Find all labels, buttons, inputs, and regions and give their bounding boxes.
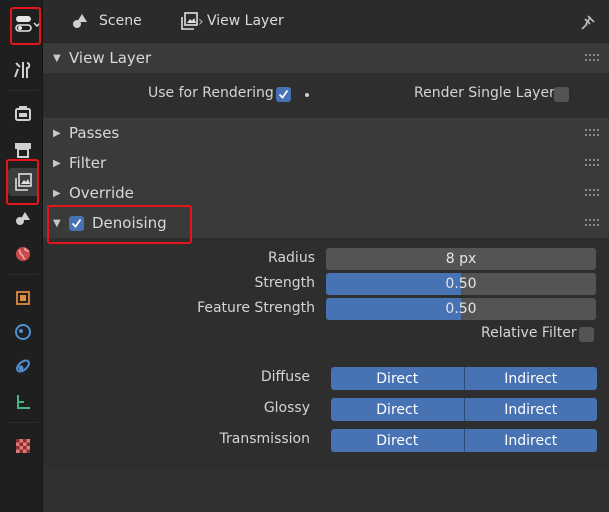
texture-icon xyxy=(16,439,30,453)
view-layer-icon xyxy=(15,173,32,191)
relative-filter-label: Relative Filter xyxy=(481,325,577,341)
diffuse-label: Diffuse xyxy=(260,369,310,385)
diffuse-indirect-toggle[interactable]: Indirect xyxy=(463,367,597,390)
radius-label: Radius xyxy=(268,250,315,266)
glossy-label: Glossy xyxy=(263,400,310,416)
glossy-direct-toggle[interactable]: Direct xyxy=(331,398,464,421)
editor-type-button[interactable] xyxy=(14,12,42,42)
properties-editor: Scene › View Layer ▼ View Layer Use for … xyxy=(43,0,609,512)
glossy-indirect-toggle[interactable]: Indirect xyxy=(463,398,597,421)
tool-icon xyxy=(14,62,31,78)
properties-header: Scene › View Layer xyxy=(43,0,609,43)
diffuse-direct-toggle[interactable]: Direct xyxy=(331,367,464,390)
breadcrumb-scene-label: Scene xyxy=(99,13,142,29)
editor-type-icon xyxy=(15,16,41,32)
render-single-layer-label: Render Single Layer xyxy=(414,85,555,101)
drag-grip-icon[interactable] xyxy=(585,219,599,227)
collapse-arrow-icon: ▶ xyxy=(53,127,61,139)
render-single-layer-checkbox[interactable] xyxy=(554,87,569,102)
tab-scene[interactable] xyxy=(8,204,38,232)
checkmark-icon xyxy=(71,218,82,228)
breadcrumb-view-layer[interactable]: View Layer xyxy=(179,12,284,30)
tab-view-layer[interactable] xyxy=(8,168,38,196)
checkmark-icon xyxy=(278,89,289,99)
modifier-icon xyxy=(15,324,31,340)
transmission-indirect-toggle[interactable]: Indirect xyxy=(463,429,597,452)
expand-arrow-icon: ▼ xyxy=(53,217,61,229)
tab-output[interactable] xyxy=(8,136,38,164)
pin-icon xyxy=(581,15,595,30)
collapse-arrow-icon: ▶ xyxy=(53,157,61,169)
strength-slider[interactable]: 0.50 xyxy=(326,273,596,295)
tab-modifier[interactable] xyxy=(8,318,38,346)
object-icon xyxy=(16,291,30,305)
feature-strength-value: 0.50 xyxy=(445,301,477,317)
use-for-rendering-checkbox[interactable] xyxy=(276,87,291,102)
tab-physics[interactable] xyxy=(8,388,38,416)
tab-particles[interactable] xyxy=(8,352,38,380)
transmission-label: Transmission xyxy=(219,431,310,447)
override-panel-title: Override xyxy=(69,184,134,202)
passes-panel-title: Passes xyxy=(69,124,120,142)
override-panel-header[interactable]: ▶ Override xyxy=(43,178,609,208)
transmission-toggle-group: Direct Indirect xyxy=(331,429,597,452)
collapse-arrow-icon: ▶ xyxy=(53,187,61,199)
passes-panel-header[interactable]: ▶ Passes xyxy=(43,118,609,148)
tab-render[interactable] xyxy=(8,100,38,128)
relative-filter-checkbox[interactable] xyxy=(579,327,594,342)
tab-world[interactable] xyxy=(8,240,38,268)
scene-icon xyxy=(16,212,30,225)
tab-object[interactable] xyxy=(8,284,38,312)
pin-button[interactable] xyxy=(579,14,597,34)
breadcrumb-scene[interactable]: Scene xyxy=(71,12,142,30)
view-layer-panel-title: View Layer xyxy=(69,49,152,67)
transmission-direct-toggle[interactable]: Direct xyxy=(331,429,464,452)
use-for-rendering-label: Use for Rendering xyxy=(148,85,274,101)
drag-grip-icon[interactable] xyxy=(585,54,599,62)
breadcrumb-view-layer-label: View Layer xyxy=(207,13,284,29)
denoising-enable-checkbox[interactable] xyxy=(69,215,84,231)
physics-icon xyxy=(17,395,30,409)
drag-grip-icon[interactable] xyxy=(585,159,599,167)
view-layer-icon xyxy=(181,12,198,30)
tab-tool[interactable] xyxy=(8,56,38,84)
view-layer-panel-header[interactable]: ▼ View Layer xyxy=(43,43,609,73)
render-icon xyxy=(15,106,31,121)
radius-value: 8 px xyxy=(445,251,477,267)
feature-strength-slider[interactable]: 0.50 xyxy=(326,298,596,320)
filter-panel-header[interactable]: ▶ Filter xyxy=(43,148,609,178)
drag-grip-icon[interactable] xyxy=(585,129,599,137)
denoising-panel-header[interactable]: ▼ Denoising xyxy=(43,208,609,238)
output-icon xyxy=(15,143,31,158)
scene-icon xyxy=(73,14,87,28)
view-layer-panel-body: Use for Rendering Render Single Layer xyxy=(43,73,609,117)
strength-value: 0.50 xyxy=(445,276,477,292)
radius-field[interactable]: 8 px xyxy=(326,248,596,270)
keyframe-dot-icon[interactable] xyxy=(305,93,309,97)
diffuse-toggle-group: Direct Indirect xyxy=(331,367,597,390)
feature-strength-label: Feature Strength xyxy=(197,300,315,316)
properties-tab-bar xyxy=(0,0,43,512)
expand-arrow-icon: ▼ xyxy=(53,52,61,64)
denoising-panel-body: Radius 8 px Strength 0.50 Feature Streng… xyxy=(43,238,609,468)
particles-icon xyxy=(16,359,30,373)
glossy-toggle-group: Direct Indirect xyxy=(331,398,597,421)
tab-texture[interactable] xyxy=(8,432,38,460)
world-icon xyxy=(16,247,30,261)
filter-panel-title: Filter xyxy=(69,154,107,172)
strength-label: Strength xyxy=(254,275,315,291)
denoising-panel-title: Denoising xyxy=(92,214,167,232)
drag-grip-icon[interactable] xyxy=(585,189,599,197)
